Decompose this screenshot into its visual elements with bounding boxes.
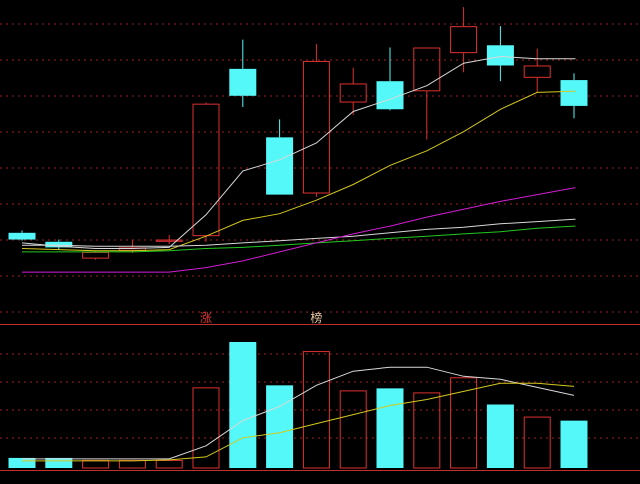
volume-bar-7 <box>266 385 294 468</box>
volume-bar-1 <box>45 457 73 468</box>
volume-bar-6 <box>229 342 257 468</box>
candle-body-7 <box>266 137 294 195</box>
signal-tag-zhang: 涨 <box>200 310 212 325</box>
candle-body-15 <box>560 80 588 106</box>
volume-bar-10 <box>376 388 404 468</box>
candle-body-0 <box>8 232 36 240</box>
stock-chart: 涨 榜 <box>0 0 640 484</box>
volume-bar-13 <box>486 404 514 468</box>
signal-tag-bang: 榜 <box>310 310 322 325</box>
candle-body-6 <box>229 68 257 96</box>
candle-body-13 <box>486 45 514 66</box>
volume-bar-0 <box>8 457 36 468</box>
volume-bar-15 <box>560 420 588 468</box>
